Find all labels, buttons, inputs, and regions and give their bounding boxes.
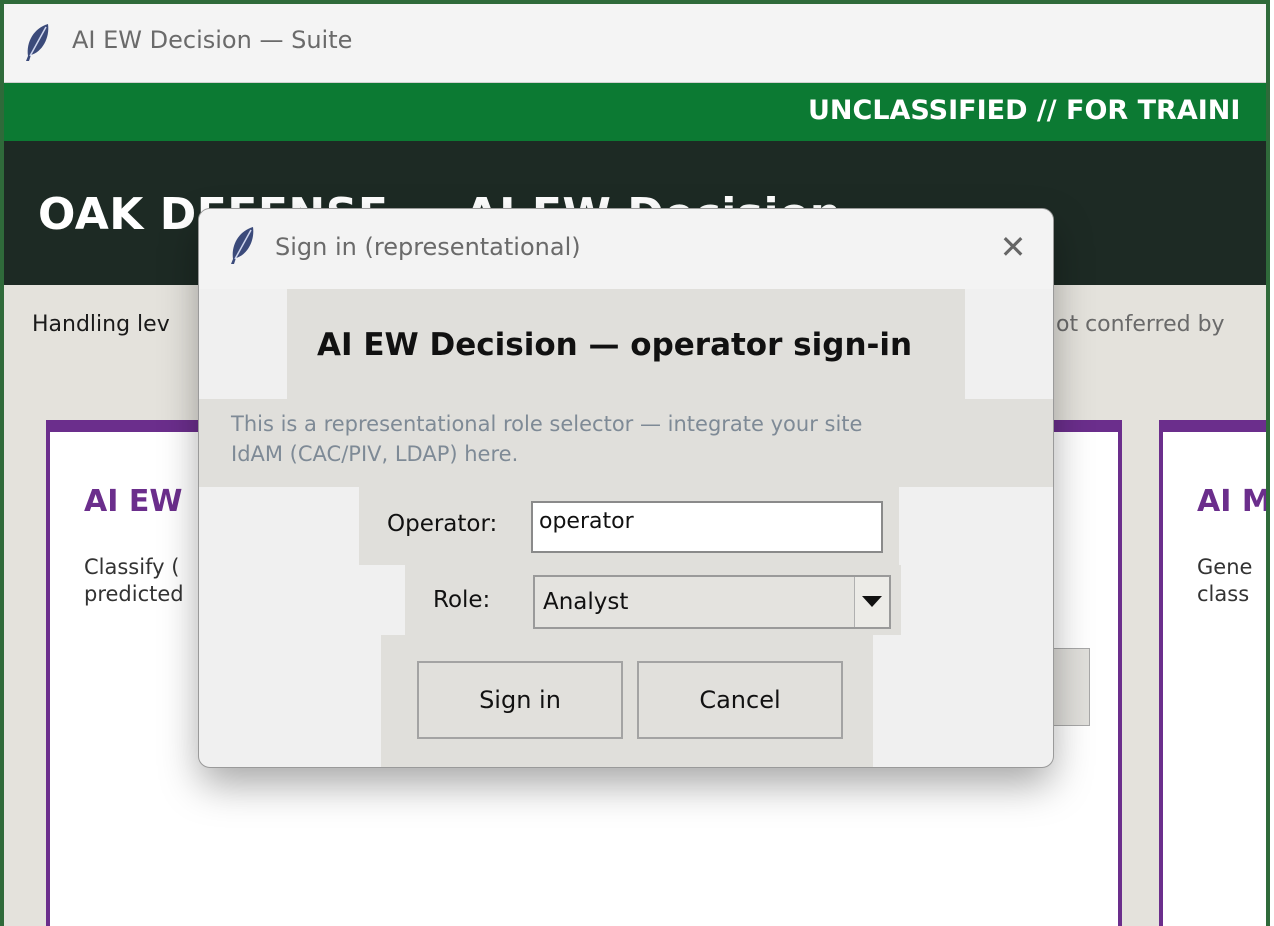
window-titlebar: AI EW Decision — Suite	[4, 4, 1266, 83]
dialog-note: This is a representational role selector…	[231, 412, 863, 466]
handling-notice: Handling lev ot conferred by	[32, 312, 1225, 337]
dialog-title: Sign in (representational)	[275, 233, 581, 261]
feather-icon	[22, 22, 52, 62]
sign-in-button[interactable]: Sign in	[417, 661, 623, 739]
card-title: AI EW	[84, 484, 183, 519]
tool-card-second[interactable]: AI M Gene class	[1159, 420, 1270, 926]
card-description: Gene class	[1197, 555, 1253, 606]
close-icon[interactable]: ✕	[995, 229, 1031, 265]
sign-in-dialog: Sign in (representational) ✕ AI EW Decis…	[198, 208, 1054, 768]
card-title: AI M	[1197, 484, 1270, 519]
role-label: Role:	[433, 587, 491, 613]
handling-text-right: ot conferred by	[1056, 312, 1225, 337]
operator-input[interactable]: operator	[531, 501, 883, 553]
feather-icon	[227, 225, 257, 265]
classification-text: UNCLASSIFIED // FOR TRAINI	[808, 95, 1241, 126]
window-title: AI EW Decision — Suite	[72, 26, 353, 54]
dialog-titlebar[interactable]: Sign in (representational) ✕	[199, 209, 1053, 289]
dialog-note-panel: This is a representational role selector…	[199, 399, 1053, 487]
dialog-button-row: Sign in Cancel	[381, 635, 873, 767]
handling-text-left: Handling lev	[32, 312, 170, 337]
card-description: Classify ( predicted	[84, 555, 184, 606]
operator-label: Operator:	[387, 511, 498, 537]
operator-row: Operator: operator	[359, 487, 899, 565]
chevron-down-icon[interactable]	[854, 577, 889, 627]
role-select[interactable]: Analyst	[533, 575, 891, 629]
dialog-heading-panel: AI EW Decision — operator sign-in	[287, 289, 965, 399]
classification-banner: UNCLASSIFIED // FOR TRAINI	[4, 83, 1266, 141]
cancel-button[interactable]: Cancel	[637, 661, 843, 739]
role-selected-value: Analyst	[543, 589, 629, 615]
role-row: Role: Analyst	[405, 565, 901, 635]
dialog-heading: AI EW Decision — operator sign-in	[317, 327, 913, 363]
